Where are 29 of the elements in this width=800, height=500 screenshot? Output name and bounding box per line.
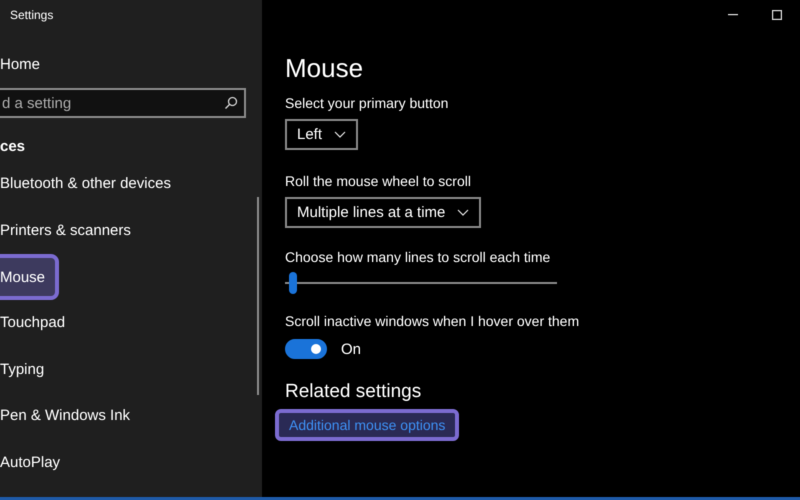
setting-label: Select your primary button: [285, 95, 450, 111]
toggle-state: On: [341, 340, 362, 358]
primary-button-dropdown[interactable]: Left: [285, 119, 358, 150]
sidebar-item[interactable]: Typing: [0, 360, 44, 406]
minimize-icon[interactable]: [728, 14, 738, 16]
section-heading: ces: [0, 138, 26, 155]
sidebar-item[interactable]: Mouse: [0, 254, 60, 300]
sidebar-item[interactable]: Bluetooth & other devices: [0, 174, 171, 221]
window-title: Settings: [10, 8, 54, 22]
page-title: Mouse: [285, 53, 364, 84]
slider-thumb[interactable]: [289, 272, 298, 294]
chevron-icon: [334, 131, 346, 138]
search-icon[interactable]: [224, 96, 238, 110]
sidebar-item[interactable]: Touchpad: [0, 313, 66, 360]
setting-label: Scroll inactive windows when I hover over them: [285, 313, 580, 329]
sidebar-item[interactable]: AutoPlay: [0, 452, 60, 497]
home-link[interactable]: Home: [0, 56, 262, 73]
scroll-dropdown[interactable]: Multiple lines at a time: [285, 197, 482, 228]
maximize-icon[interactable]: [772, 10, 782, 20]
lines-slider[interactable]: [285, 272, 557, 294]
setting-label: Choose how many lines to scroll each time: [285, 249, 552, 265]
toggle-switch[interactable]: [285, 339, 327, 359]
search-field[interactable]: d a setting: [0, 88, 246, 118]
scrollbar[interactable]: [257, 197, 259, 395]
sidebar-item[interactable]: Pen & Windows Ink: [0, 406, 130, 453]
chevron-icon: [457, 209, 470, 216]
setting-label: Roll the mouse wheel to scroll: [285, 173, 472, 189]
section-heading: Related settings: [285, 381, 422, 403]
additional-mouse-options-link[interactable]: Additional mouse options: [275, 409, 460, 441]
